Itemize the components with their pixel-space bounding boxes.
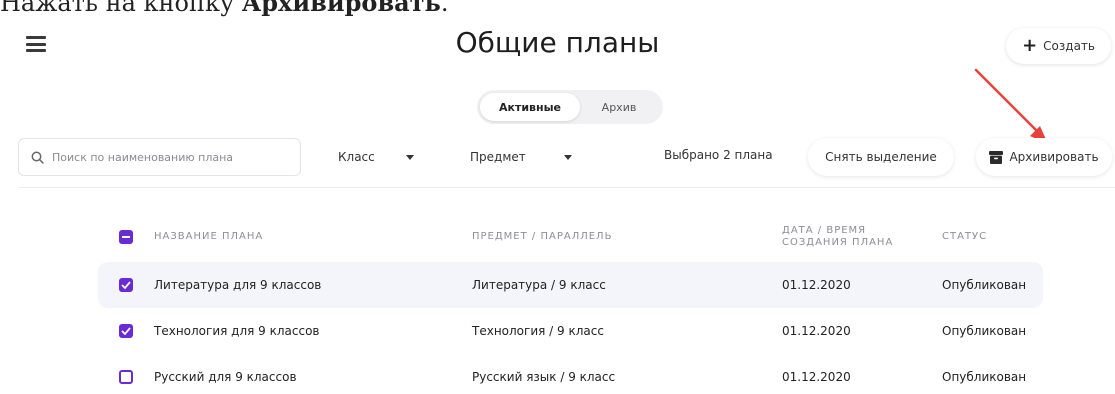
search-icon xyxy=(31,151,44,164)
row-checkbox[interactable] xyxy=(119,370,133,384)
row-subject: Русский язык / 9 класс xyxy=(472,370,616,384)
row-date: 01.12.2020 xyxy=(782,324,851,338)
row-name: Технология для 9 классов xyxy=(154,324,320,338)
class-filter-label: Класс xyxy=(338,150,375,164)
subject-filter-dropdown[interactable]: Предмет xyxy=(454,138,588,176)
archive-box-icon xyxy=(989,150,1004,164)
row-status: Опубликован xyxy=(942,278,1027,292)
archive-button[interactable]: Архивировать xyxy=(976,138,1112,176)
table-row[interactable]: Литература для 9 классов Литература / 9 … xyxy=(98,262,1043,308)
search-field[interactable] xyxy=(18,138,301,176)
create-label: Создать xyxy=(1043,39,1095,53)
tab-active[interactable]: Активные xyxy=(480,93,580,121)
table-row[interactable]: Технология для 9 классов Технология / 9 … xyxy=(98,308,1043,354)
row-subject: Литература / 9 класс xyxy=(472,278,606,292)
header-subject[interactable]: Предмет / Параллель xyxy=(472,231,782,243)
select-all-checkbox[interactable] xyxy=(119,230,133,244)
row-date: 01.12.2020 xyxy=(782,370,851,384)
row-status: Опубликован xyxy=(942,370,1027,384)
red-arrow-annotation xyxy=(974,68,1048,144)
create-button[interactable]: + Создать xyxy=(1006,28,1111,64)
instruction-text: Нажать на кнопку Архивировать. xyxy=(0,0,449,17)
table-header: Название плана Предмет / Параллель Дата … xyxy=(98,212,1043,262)
plans-table: Название плана Предмет / Параллель Дата … xyxy=(98,212,1043,394)
chevron-down-icon xyxy=(564,154,572,160)
row-name: Русский для 9 классов xyxy=(154,370,297,384)
status-tabs: Активные Архив xyxy=(477,90,663,124)
row-status: Опубликован xyxy=(942,324,1027,338)
header-name[interactable]: Название плана xyxy=(154,231,472,243)
row-name: Литература для 9 классов xyxy=(154,278,322,292)
search-input[interactable] xyxy=(52,150,292,164)
header-status[interactable]: Статус xyxy=(942,231,1043,243)
row-date: 01.12.2020 xyxy=(782,278,851,292)
subject-filter-label: Предмет xyxy=(470,150,526,164)
row-checkbox[interactable] xyxy=(119,324,133,338)
table-row[interactable]: Русский для 9 классов Русский язык / 9 к… xyxy=(98,354,1043,394)
header-date[interactable]: Дата / Время создания плана xyxy=(782,225,942,249)
checkmark-icon xyxy=(121,327,131,335)
selected-count: Выбрано 2 плана xyxy=(664,148,773,162)
plus-icon: + xyxy=(1022,35,1038,56)
checkmark-icon xyxy=(121,281,131,289)
class-filter-dropdown[interactable]: Класс xyxy=(322,138,430,176)
page-title: Общие планы xyxy=(455,26,660,59)
tab-archive[interactable]: Архив xyxy=(580,93,658,121)
chevron-down-icon xyxy=(406,154,414,160)
deselect-button[interactable]: Снять выделение xyxy=(808,138,954,176)
archive-label: Архивировать xyxy=(1009,150,1099,164)
row-subject: Технология / 9 класс xyxy=(472,324,604,338)
row-checkbox[interactable] xyxy=(119,278,133,292)
toolbar-divider xyxy=(18,187,1115,188)
